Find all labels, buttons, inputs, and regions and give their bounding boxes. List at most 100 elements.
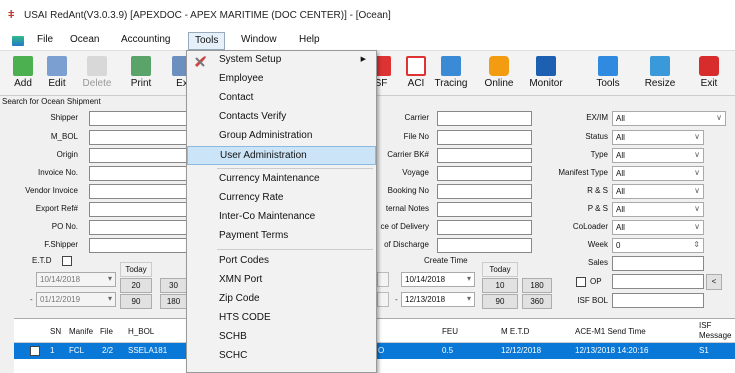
status-label: Status [585, 132, 608, 141]
r-and-s-select[interactable]: All ∨ [612, 184, 704, 199]
etd-checkbox[interactable] [62, 256, 72, 266]
delete-button[interactable]: Delete [78, 54, 116, 94]
edit-icon [47, 56, 67, 76]
chevron-down-icon: ▾ [466, 294, 471, 303]
booking-no-input[interactable] [437, 184, 532, 199]
menu-item-employee[interactable]: Employee [187, 70, 376, 89]
vendor-invoice-input[interactable] [89, 184, 187, 199]
menu-item-system-setup[interactable]: System Setup ▶ [187, 51, 376, 70]
row-checkbox[interactable] [30, 346, 40, 356]
hidden-input-b[interactable] [377, 292, 389, 307]
menu-window[interactable]: Window [241, 34, 277, 45]
carrier-label: Carrier [404, 113, 429, 122]
mbol-input[interactable] [89, 130, 187, 145]
resize-button[interactable]: Resize [640, 54, 680, 94]
menu-item-user-administration[interactable]: User Administration [187, 146, 376, 165]
row-file: 2/2 [102, 346, 114, 355]
add-button[interactable]: Add [4, 54, 42, 94]
place-of-delivery-input[interactable] [437, 220, 532, 235]
carrier-input[interactable] [437, 111, 532, 126]
print-button[interactable]: Print [122, 54, 160, 94]
col-sn[interactable]: SN [50, 327, 61, 336]
menu-item-schb[interactable]: SCHB [187, 328, 376, 347]
file-no-input[interactable] [437, 130, 532, 145]
voyage-input[interactable] [437, 166, 532, 181]
menu-ocean[interactable]: Ocean [70, 34, 99, 45]
menu-item-schc[interactable]: SCHC [187, 347, 376, 366]
col-isf-message[interactable]: ISF Message [699, 321, 733, 341]
col-feu[interactable]: FEU [442, 327, 458, 336]
create-today-button[interactable]: Today [482, 262, 518, 277]
isf-bol-input[interactable] [612, 293, 704, 308]
create-from-date[interactable]: 10/14/2018 ▾ [401, 272, 475, 287]
col-file[interactable]: File [100, 327, 113, 336]
menu-item-contacts-verify[interactable]: Contacts Verify [187, 108, 376, 127]
coloader-label: CoLoader [572, 222, 608, 231]
aci-button[interactable]: ACI [397, 54, 435, 94]
carrier-bk-input[interactable] [437, 148, 532, 163]
etd-today-button[interactable]: Today [120, 262, 152, 277]
p-and-s-select[interactable]: All ∨ [612, 202, 704, 217]
tools-button[interactable]: Tools [586, 54, 630, 94]
create-360-button[interactable]: 360 [522, 294, 552, 309]
menu-item-inter-co-maintenance[interactable]: Inter-Co Maintenance [187, 208, 376, 227]
monitor-button[interactable]: Monitor [524, 54, 568, 94]
create-10-button[interactable]: 10 [482, 278, 518, 293]
menu-help[interactable]: Help [299, 34, 320, 45]
origin-input[interactable] [89, 148, 187, 163]
etd-20-button[interactable]: 20 [120, 278, 152, 293]
menu-tools[interactable]: Tools [188, 32, 226, 50]
menu-accounting[interactable]: Accounting [121, 34, 170, 45]
po-no-input[interactable] [89, 220, 187, 235]
col-manifest[interactable]: Manife [69, 327, 93, 336]
status-select[interactable]: All ∨ [612, 130, 704, 145]
etd-to-date[interactable]: 01/12/2019 ▾ [36, 292, 116, 307]
port-of-discharge-input[interactable] [437, 238, 532, 253]
edit-button[interactable]: Edit [38, 54, 76, 94]
search-section-title: Search for Ocean Shipment [2, 97, 101, 106]
shipper-input[interactable] [89, 111, 187, 126]
menu-item-zip-code[interactable]: Zip Code [187, 290, 376, 309]
create-180-button[interactable]: 180 [522, 278, 552, 293]
menu-item-contact[interactable]: Contact [187, 89, 376, 108]
menu-item-currency-maintenance[interactable]: Currency Maintenance [187, 170, 376, 189]
etd-from-date[interactable]: 10/14/2018 ▾ [36, 272, 116, 287]
online-button[interactable]: Online [480, 54, 518, 94]
menu-item-xmn-port[interactable]: XMN Port [187, 271, 376, 290]
scroll-left-button[interactable]: < [706, 274, 722, 290]
op-checkbox[interactable] [576, 277, 586, 287]
create-to-date[interactable]: 12/13/2018 ▾ [401, 292, 475, 307]
col-ace-send-time[interactable]: ACE-M1 Send Time [575, 327, 646, 336]
week-spinner[interactable]: 0 ⇕ [612, 238, 704, 253]
type-select[interactable]: All ∨ [612, 148, 704, 163]
type-label: Type [590, 150, 608, 159]
week-label: Week [587, 240, 608, 249]
f-shipper-input[interactable] [89, 238, 187, 253]
etd-90-button[interactable]: 90 [120, 294, 152, 309]
export-ref-input[interactable] [89, 202, 187, 217]
menu-item-payment-terms[interactable]: Payment Terms [187, 227, 376, 246]
sales-input[interactable] [612, 256, 704, 271]
etd-30-button[interactable]: 30 [160, 278, 186, 293]
op-input[interactable] [612, 274, 704, 289]
exim-select[interactable]: All ∨ [612, 111, 726, 126]
col-hbol[interactable]: H_BOL [128, 327, 154, 336]
etd-180-button[interactable]: 180 [160, 294, 186, 309]
col-metd[interactable]: M E.T.D [501, 327, 529, 336]
menu-item-port-codes[interactable]: Port Codes [187, 252, 376, 271]
menu-file[interactable]: File [37, 34, 53, 45]
menu-item-currency-rate[interactable]: Currency Rate [187, 189, 376, 208]
hidden-input-a[interactable] [377, 272, 389, 287]
tracing-button[interactable]: Tracing [432, 54, 470, 94]
manifest-type-select[interactable]: All ∨ [612, 166, 704, 181]
vendor-invoice-label: Vendor Invoice [25, 186, 78, 195]
menu-item-hts-code[interactable]: HTS CODE [187, 309, 376, 328]
internal-notes-input[interactable] [437, 202, 532, 217]
sales-label: Sales [587, 258, 608, 267]
mbol-label: M_BOL [50, 132, 78, 141]
create-90-button[interactable]: 90 [482, 294, 518, 309]
menu-item-group-administration[interactable]: Group Administration [187, 127, 376, 146]
exit-button[interactable]: Exit [692, 54, 726, 94]
coloader-select[interactable]: All ∨ [612, 220, 704, 235]
invoice-no-input[interactable] [89, 166, 187, 181]
